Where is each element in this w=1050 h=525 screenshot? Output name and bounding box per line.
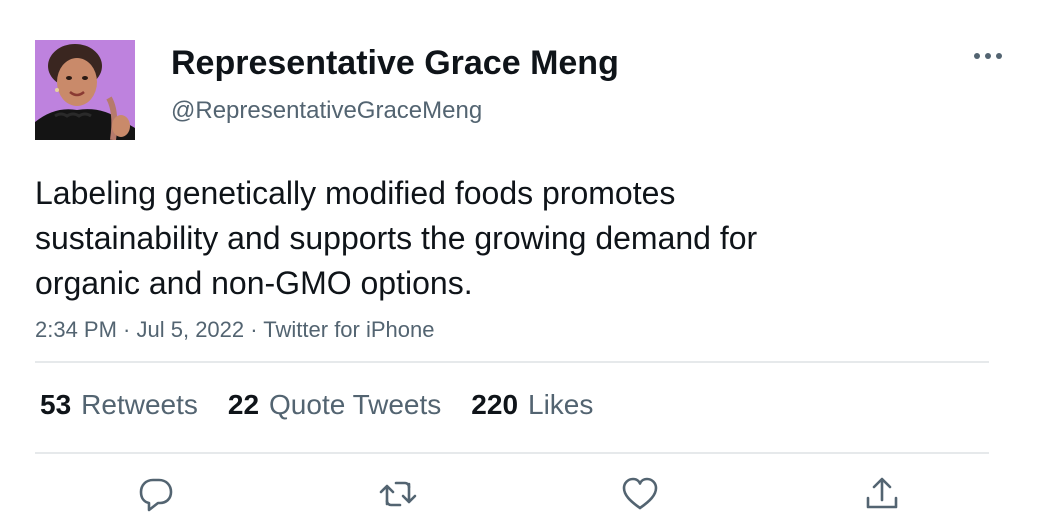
reply-button[interactable] bbox=[136, 474, 176, 514]
quote-tweets-count: 22 bbox=[227, 389, 260, 420]
tweet-source[interactable]: Twitter for iPhone bbox=[263, 317, 434, 342]
more-options-icon[interactable] bbox=[968, 40, 1008, 72]
retweet-button[interactable] bbox=[378, 474, 418, 514]
divider bbox=[35, 452, 989, 454]
meta-separator: · bbox=[244, 317, 264, 342]
reply-icon bbox=[139, 478, 173, 512]
retweets-count: 53 bbox=[40, 389, 72, 420]
share-button[interactable] bbox=[862, 474, 902, 514]
retweets-stat[interactable]: 53 Retweets bbox=[40, 388, 198, 422]
quote-tweets-label: Quote Tweets bbox=[269, 389, 442, 420]
share-icon bbox=[866, 477, 898, 509]
likes-stat[interactable]: 220 Likes bbox=[471, 388, 593, 422]
tweet-card: Representative Grace Meng @Representativ… bbox=[0, 0, 1050, 525]
heart-icon bbox=[622, 477, 658, 510]
avatar[interactable] bbox=[35, 40, 135, 140]
meta-separator: · bbox=[116, 317, 137, 342]
like-button[interactable] bbox=[620, 474, 660, 514]
retweet-icon bbox=[379, 481, 417, 507]
tweet-text-line: sustainability and supports the growing … bbox=[35, 220, 758, 256]
engagement-stats: 53 Retweets 22 Quote Tweets 220 Likes bbox=[40, 388, 623, 422]
tweet-text: Labeling genetically modified foods prom… bbox=[35, 171, 935, 306]
tweet-text-line: Labeling genetically modified foods prom… bbox=[35, 175, 676, 211]
tweet-text-line: organic and non-GMO options. bbox=[35, 265, 473, 301]
quote-tweets-stat[interactable]: 22 Quote Tweets bbox=[228, 388, 441, 422]
user-handle[interactable]: @RepresentativeGraceMeng bbox=[171, 96, 482, 126]
retweets-label: Retweets bbox=[81, 389, 198, 420]
tweet-time[interactable]: 2:34 PM bbox=[35, 317, 117, 342]
likes-count: 220 bbox=[471, 389, 519, 420]
tweet-metadata: 2:34 PM · Jul 5, 2022 · Twitter for iPho… bbox=[35, 315, 434, 345]
display-name[interactable]: Representative Grace Meng bbox=[171, 42, 619, 84]
divider bbox=[35, 361, 989, 363]
tweet-date[interactable]: Jul 5, 2022 bbox=[137, 317, 245, 342]
likes-label: Likes bbox=[528, 389, 594, 420]
